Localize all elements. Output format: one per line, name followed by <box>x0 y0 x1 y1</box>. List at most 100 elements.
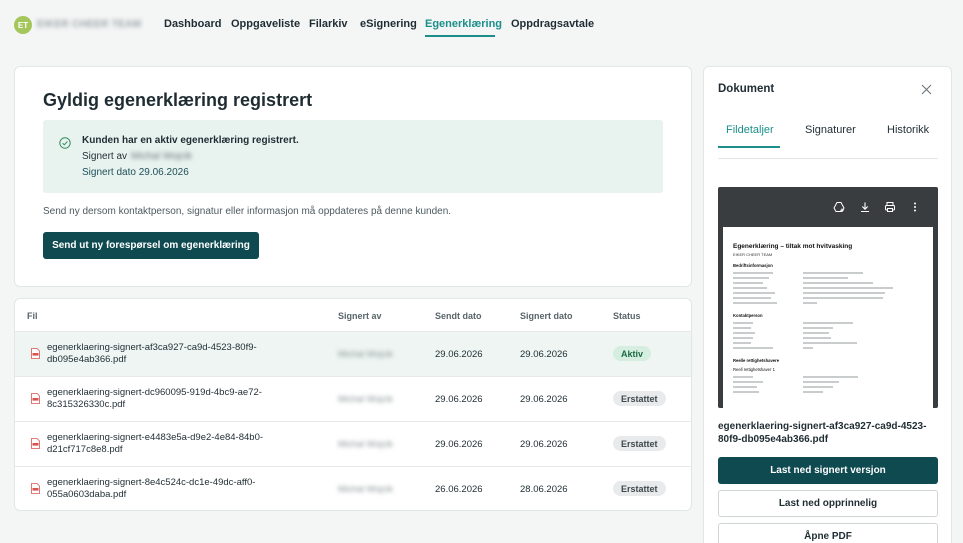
notice-signed-by: Signert av Michal Wojcik <box>82 151 192 162</box>
pdf-text-line <box>733 297 771 299</box>
status-badge: Erstattet <box>613 391 666 406</box>
pdf-text-line <box>803 282 873 284</box>
table-row[interactable]: egenerklaering-signert-dc960095-919d-4bc… <box>15 376 691 421</box>
signed-by-name: Michal Wojcik <box>131 151 192 162</box>
pdf-file-icon <box>31 483 40 494</box>
tab-signaturer[interactable]: Signaturer <box>805 124 856 136</box>
open-pdf-button[interactable]: Åpne PDF <box>718 523 938 543</box>
table-row[interactable]: egenerklaering-signert-8e4c524c-dc1e-49d… <box>15 466 691 510</box>
pdf-section-contact: Kontaktperson <box>733 313 763 318</box>
tab-historikk[interactable]: Historikk <box>887 124 929 136</box>
send-new-request-button[interactable]: Send ut ny forespørsel om egenerklæring <box>43 232 259 259</box>
selected-file-name: egenerklaering-signert-af3ca927-ca9d-452… <box>718 421 927 445</box>
pdf-text-line <box>803 272 863 274</box>
download-icon[interactable] <box>859 201 871 213</box>
pdf-text-line <box>733 292 775 294</box>
pdf-owner-subheading: Reell rettighetshaver 1 <box>733 367 775 372</box>
pdf-text-line <box>803 287 893 289</box>
column-header-signed-date[interactable]: Signert dato <box>520 311 573 321</box>
table-row[interactable]: egenerklaering-signert-af3ca927-ca9d-452… <box>15 331 691 376</box>
pdf-file-icon <box>31 438 40 449</box>
nav-filarkiv[interactable]: Filarkiv <box>309 18 348 30</box>
status-badge: Aktiv <box>613 346 652 361</box>
document-panel: Dokument Fildetaljer Signaturer Historik… <box>703 66 952 543</box>
pdf-section-company: Bedriftsinformasjon <box>733 263 773 268</box>
nav-dashboard[interactable]: Dashboard <box>164 18 221 30</box>
nav-oppgaveliste[interactable]: Oppgaveliste <box>231 18 300 30</box>
file-name[interactable]: egenerklaering-signert-8e4c524c-dc1e-49d… <box>47 477 287 501</box>
pdf-text-line <box>733 302 777 304</box>
signed-date: 29.06.2026 <box>520 439 568 450</box>
pdf-text-line <box>803 342 857 344</box>
helper-text: Send ny dersom kontaktperson, signatur e… <box>43 206 452 217</box>
more-options-icon[interactable] <box>909 201 921 213</box>
pdf-text-line <box>803 381 839 383</box>
table-row[interactable]: egenerklaering-signert-e4483e5a-d9e2-4e8… <box>15 421 691 466</box>
sent-date: 29.06.2026 <box>435 394 483 405</box>
download-original-button[interactable]: Last ned opprinnelig <box>718 490 938 517</box>
pdf-text-line <box>733 386 757 388</box>
declarations-table: Fil Signert av Sendt dato Signert dato S… <box>14 298 692 511</box>
pdf-text-line <box>803 337 831 339</box>
sent-date: 26.06.2026 <box>435 484 483 495</box>
signed-date: 29.06.2026 <box>520 349 568 360</box>
file-name[interactable]: egenerklaering-signert-af3ca927-ca9d-452… <box>47 342 287 366</box>
tab-fildetaljer[interactable]: Fildetaljer <box>726 124 774 136</box>
pdf-text-line <box>803 391 823 393</box>
pdf-text-line <box>803 277 848 279</box>
pdf-preview[interactable]: Egenerklæring – tiltak mot hvitvasking E… <box>718 187 938 408</box>
nav-esignering[interactable]: eSignering <box>360 18 417 30</box>
pdf-title: Egenerklæring – tiltak mot hvitvasking <box>733 243 853 250</box>
pdf-text-line <box>803 386 833 388</box>
declaration-status-card: Gyldig egenerklæring registrert Kunden h… <box>14 66 692 287</box>
column-header-file[interactable]: Fil <box>27 311 38 321</box>
print-icon[interactable] <box>884 201 896 213</box>
pdf-text-line <box>803 302 817 304</box>
pdf-text-line <box>733 332 755 334</box>
status-badge: Erstattet <box>613 481 666 496</box>
sent-date: 29.06.2026 <box>435 349 483 360</box>
company-avatar[interactable]: ET <box>14 16 32 34</box>
company-name: EIKER CHEER TEAM <box>37 19 142 30</box>
pdf-file-icon <box>31 348 40 359</box>
signed-by-label: Signert av <box>82 151 128 162</box>
signed-by: Michal Wojcik <box>338 349 393 359</box>
signed-by: Michal Wojcik <box>338 439 393 449</box>
nav-egenerklaering[interactable]: Egenerklæring <box>425 18 502 30</box>
tab-divider <box>718 158 938 159</box>
pdf-text-line <box>733 376 753 378</box>
signed-by: Michal Wojcik <box>338 394 393 404</box>
column-header-signed-by[interactable]: Signert av <box>338 311 382 321</box>
top-navigation: ET EIKER CHEER TEAM Dashboard Oppgavelis… <box>0 0 963 50</box>
pdf-text-line <box>733 347 773 349</box>
pdf-text-line <box>733 287 767 289</box>
pdf-text-line <box>803 347 813 349</box>
column-header-sent-date[interactable]: Sendt dato <box>435 311 482 321</box>
notice-title: Kunden har en aktiv egenerklæring regist… <box>82 135 299 146</box>
pdf-file-icon <box>31 393 40 404</box>
pdf-text-line <box>733 381 763 383</box>
pdf-text-line <box>803 327 833 329</box>
active-tab-indicator <box>718 146 780 148</box>
pdf-text-line <box>733 337 753 339</box>
close-icon[interactable] <box>921 84 932 95</box>
active-declaration-notice: Kunden har en aktiv egenerklæring regist… <box>43 120 663 193</box>
sent-date: 29.06.2026 <box>435 439 483 450</box>
file-name[interactable]: egenerklaering-signert-dc960095-919d-4bc… <box>47 387 287 411</box>
signed-date: 29.06.2026 <box>520 394 568 405</box>
file-name[interactable]: egenerklaering-signert-e4483e5a-d9e2-4e8… <box>47 432 287 456</box>
download-signed-button[interactable]: Last ned signert versjon <box>718 457 938 484</box>
pdf-text-line <box>733 342 751 344</box>
pdf-text-line <box>803 297 883 299</box>
pdf-subtitle: EIKER CHEER TEAM <box>733 252 773 257</box>
drive-add-icon[interactable] <box>833 201 845 213</box>
column-header-status[interactable]: Status <box>613 311 641 321</box>
pdf-page: Egenerklæring – tiltak mot hvitvasking E… <box>723 227 933 408</box>
panel-title: Dokument <box>718 83 775 95</box>
pdf-text-line <box>733 282 763 284</box>
page-title: Gyldig egenerklæring registrert <box>43 90 313 110</box>
pdf-text-line <box>803 322 853 324</box>
check-circle-icon <box>59 137 71 149</box>
pdf-text-line <box>733 327 751 329</box>
nav-oppdragsavtale[interactable]: Oppdragsavtale <box>511 18 594 30</box>
